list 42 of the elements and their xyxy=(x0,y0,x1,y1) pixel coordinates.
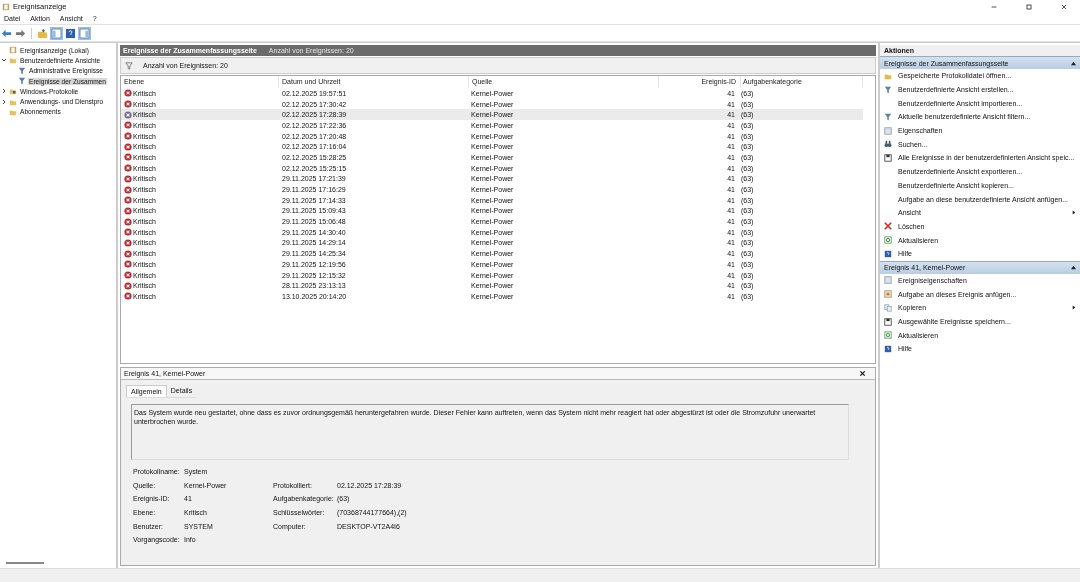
copy-icon xyxy=(884,303,892,312)
save-icon xyxy=(884,153,892,162)
error-icon xyxy=(124,260,132,269)
collapsed-chevron-icon[interactable] xyxy=(0,98,7,106)
refresh-icon xyxy=(884,236,892,245)
log-folder-icon xyxy=(9,87,17,96)
refresh-icon xyxy=(884,331,892,340)
delete-icon xyxy=(884,222,892,231)
save-icon xyxy=(884,317,892,326)
close-icon[interactable] xyxy=(1060,2,1068,11)
filter-icon xyxy=(884,85,892,94)
error-icon xyxy=(124,153,132,162)
error-icon xyxy=(124,185,132,194)
error-icon xyxy=(124,89,132,98)
help-icon[interactable] xyxy=(65,27,76,39)
submenu-arrow-icon xyxy=(1072,305,1076,311)
maximize-icon[interactable] xyxy=(1025,2,1033,11)
task-icon xyxy=(884,290,892,299)
folder-up-icon[interactable] xyxy=(37,27,48,39)
collapsed-chevron-icon[interactable] xyxy=(0,87,7,95)
submenu-arrow-icon xyxy=(1072,210,1076,216)
forward-arrow-icon[interactable] xyxy=(15,27,26,39)
collapse-arrow-icon[interactable] xyxy=(1071,60,1076,66)
expanded-chevron-icon[interactable] xyxy=(0,56,7,64)
filter-icon xyxy=(125,61,133,70)
filter-icon xyxy=(884,112,892,121)
error-icon xyxy=(124,121,132,130)
event-viewer-icon xyxy=(9,46,17,55)
close-icon[interactable] xyxy=(859,370,866,377)
scrollbar[interactable] xyxy=(6,562,44,564)
collapse-arrow-icon[interactable] xyxy=(1071,265,1076,271)
binoculars-icon xyxy=(884,140,892,149)
error-icon xyxy=(124,292,132,301)
properties-icon xyxy=(884,276,892,285)
help-icon xyxy=(884,344,892,353)
help-icon xyxy=(884,249,892,258)
error-icon xyxy=(124,249,132,258)
folder-icon xyxy=(9,56,17,65)
folder-icon xyxy=(884,71,892,80)
properties-icon xyxy=(884,126,892,135)
back-arrow-icon[interactable] xyxy=(1,27,12,39)
error-icon xyxy=(124,217,132,226)
